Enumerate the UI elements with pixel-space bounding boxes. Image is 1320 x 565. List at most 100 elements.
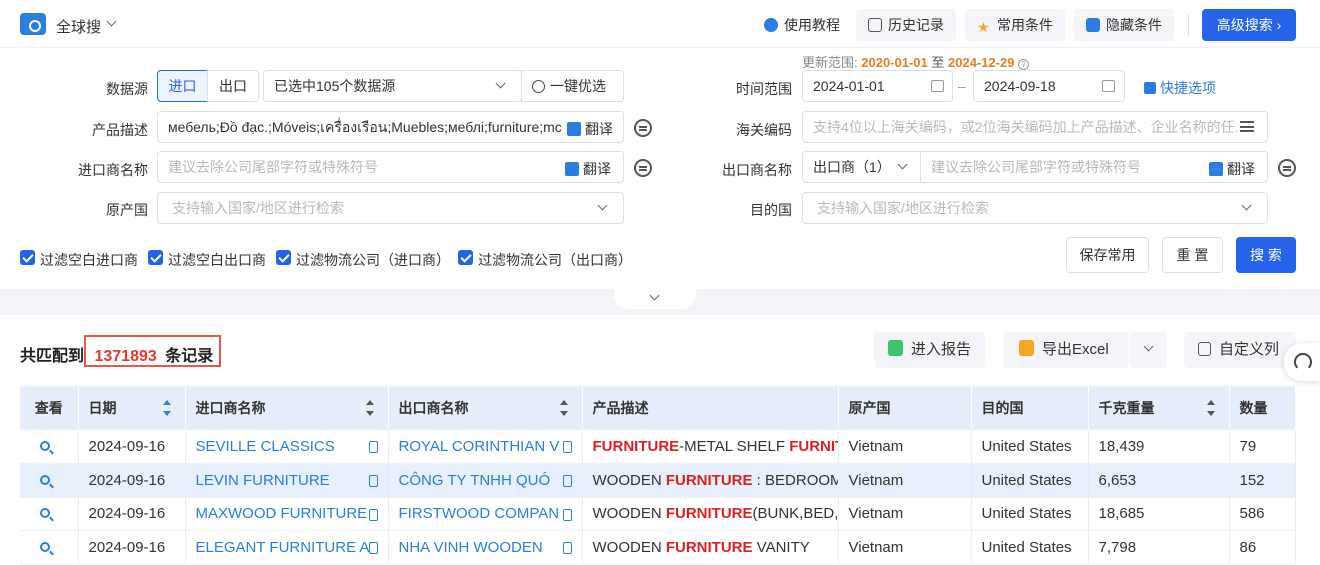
excel-icon [1019,340,1034,356]
globe-icon[interactable] [20,13,46,35]
export-tab[interactable]: 出口 [207,70,259,102]
list-search-icon[interactable] [1278,159,1296,177]
importer-label: 进口商名称 [78,162,148,178]
sort-icon[interactable] [1206,400,1215,416]
view-cell[interactable] [20,430,79,464]
search-icon[interactable] [40,441,50,451]
exporter-cell[interactable]: NHA VINH WOODEN [388,530,583,565]
col-view: 查看 [20,386,79,430]
sort-icon[interactable] [559,400,568,416]
support-headset-icon[interactable] [1284,343,1320,381]
col-date[interactable]: 日期 [78,386,186,430]
exporter-cell[interactable]: ROYAL CORINTHIAN V [388,430,583,464]
col-product-desc: 产品描述 [582,386,839,430]
quantity-cell: 79 [1229,430,1296,464]
filter-blank-exporter-checkbox[interactable] [148,250,163,265]
tutorial-button[interactable]: 使用教程 [752,9,852,41]
copy-icon[interactable] [368,475,378,487]
export-dropdown[interactable] [1130,332,1167,368]
importer-input[interactable]: 建议去除公司尾部字符或特殊符号 [157,151,624,183]
date-cell: 2024-09-16 [78,497,186,531]
filter-label: 过滤空白进口商 [40,252,138,268]
filter-label: 过滤物流公司（进口商） [296,252,450,268]
copy-icon[interactable] [368,508,378,521]
copy-icon[interactable] [562,508,572,521]
data-source-select[interactable]: 已选中105个数据源 [263,70,522,102]
list-icon[interactable] [1240,121,1254,132]
col-importer[interactable]: 进口商名称 [185,386,389,430]
copy-icon[interactable] [562,475,572,487]
col-quantity: 数量 [1229,386,1296,430]
weight-cell: 6,653 [1088,463,1230,498]
top-bar: 全球搜 使用教程 历史记录 ★ 常用条件 隐藏条件 高级搜索 › [0,0,1320,48]
destination-cell: United States [971,497,1089,531]
custom-columns-button[interactable]: 自定义列 [1184,332,1296,368]
view-cell[interactable] [20,497,79,531]
table-row: 2024-09-16 LEVIN FURNITURE CÔNG TY TNHH … [20,463,1296,498]
translate-button[interactable]: 翻译 [565,159,611,179]
importer-cell[interactable]: ELEGANT FURNITURE A [185,530,389,565]
app-title[interactable]: 全球搜 [56,16,101,37]
exporter-cell[interactable]: CÔNG TY TNHH QUÓ [388,463,583,498]
date-cell: 2024-09-16 [78,430,186,464]
chevron-down-icon[interactable] [106,16,117,27]
sort-icon[interactable] [365,400,374,416]
sort-icon[interactable] [162,400,171,416]
search-icon[interactable] [40,541,50,552]
report-button[interactable]: 进入报告 [874,332,985,368]
history-button[interactable]: 历史记录 [856,9,956,41]
optimize-button[interactable]: 一键优选 [521,70,624,102]
desc-cell: WOODEN FURNITURE(BUNK,BED,C [582,497,839,531]
export-excel-button[interactable]: 导出Excel [1003,332,1129,368]
product-desc-input[interactable]: мебель;Đồ đạc.;Móveis;เครื่องเรือน;Muebl… [157,111,624,143]
save-common-button[interactable]: 保存常用 [1066,237,1149,273]
quick-options-link[interactable]: 快捷选项 [1144,78,1216,98]
search-icon[interactable] [40,474,50,485]
filter-logistics-importer-checkbox[interactable] [276,250,291,265]
copy-icon[interactable] [368,441,378,453]
origin-select[interactable]: 支持输入国家/地区进行检索 [157,192,624,224]
origin-cell: Vietnam [838,497,972,531]
origin-cell: Vietnam [838,430,972,464]
col-destination: 目的国 [971,386,1089,430]
help-icon[interactable]: ? [1018,59,1030,70]
exporter-cell[interactable]: FIRSTWOOD COMPAN [388,497,583,531]
search-icon[interactable] [40,508,50,519]
view-cell[interactable] [20,530,79,565]
table-row: 2024-09-16 MAXWOOD FURNITURE FIRSTWOOD C… [20,497,1296,531]
weight-cell: 18,439 [1088,430,1230,464]
copy-icon[interactable] [562,441,572,453]
copy-icon[interactable] [368,542,378,554]
origin-cell: Vietnam [838,463,972,498]
view-cell[interactable] [20,463,79,498]
common-conditions-button[interactable]: ★ 常用条件 [965,9,1065,41]
col-weight[interactable]: 千克重量 [1088,386,1230,430]
quantity-cell: 586 [1229,497,1296,531]
translate-icon [1209,162,1223,176]
copy-icon[interactable] [562,542,572,554]
col-exporter[interactable]: 出口商名称 [388,386,583,430]
search-button[interactable]: 搜 索 [1236,237,1296,273]
date-cell: 2024-09-16 [78,463,186,498]
calendar-icon[interactable] [1102,80,1115,92]
importer-cell[interactable]: SEVILLE CLASSICS [185,430,389,464]
reset-button[interactable]: 重 置 [1162,237,1223,273]
time-range-label: 时间范围 [736,81,792,97]
calendar-icon[interactable] [931,80,944,92]
weight-cell: 18,685 [1088,497,1230,531]
date-separator: – [958,78,966,94]
import-tab[interactable]: 进口 [157,70,208,102]
list-search-icon[interactable] [634,119,652,137]
advanced-search-button[interactable]: 高级搜索 › [1202,9,1296,41]
filter-logistics-exporter-checkbox[interactable] [458,250,473,265]
importer-cell[interactable]: LEVIN FURNITURE [185,463,389,498]
destination-select[interactable]: 支持输入国家/地区进行检索 [802,192,1268,224]
importer-cell[interactable]: MAXWOOD FURNITURE [185,497,389,531]
translate-button[interactable]: 翻译 [565,119,613,139]
list-search-icon[interactable] [634,159,652,177]
filter-blank-importer-checkbox[interactable] [20,250,35,265]
hs-code-input[interactable]: 支持4位以上海关编码，或2位海关编码加上产品描述、企业名称的任... [802,111,1268,143]
hide-conditions-button[interactable]: 隐藏条件 [1074,9,1174,41]
quantity-cell: 86 [1229,530,1296,565]
translate-button[interactable]: 翻译 [1209,159,1255,179]
